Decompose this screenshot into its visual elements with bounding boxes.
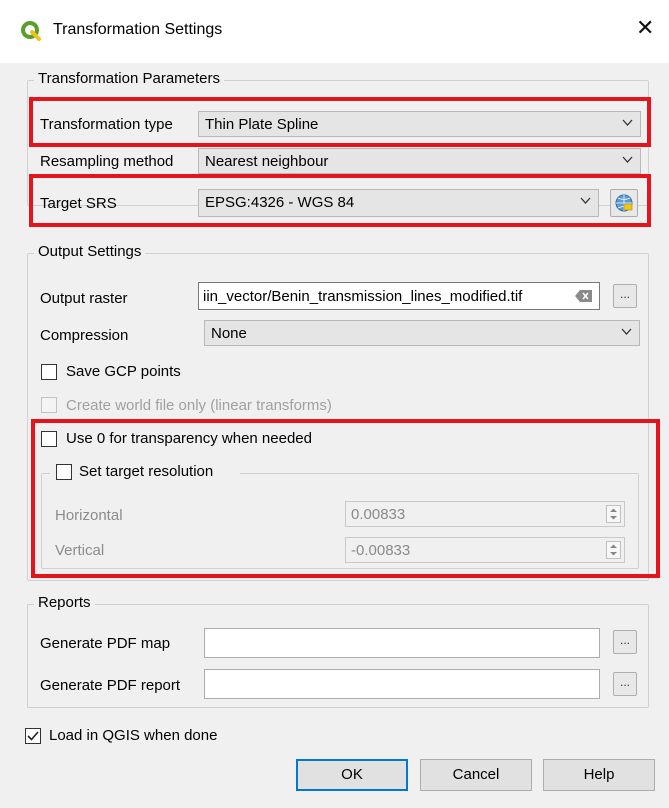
window-title: Transformation Settings: [53, 21, 223, 38]
title-bar: Transformation Settings ✕: [0, 0, 669, 63]
load-in-qgis-label: Load in QGIS when done: [49, 727, 218, 744]
highlight-transparency-resolution: [31, 419, 660, 578]
output-raster-input[interactable]: iin_vector/Benin_transmission_lines_modi…: [198, 282, 600, 310]
output-settings-legend: Output Settings: [34, 243, 146, 260]
reports-legend: Reports: [34, 594, 95, 611]
resampling-method-value: Nearest neighbour: [205, 153, 329, 170]
pdf-map-label: Generate PDF map: [40, 635, 171, 652]
resampling-method-select[interactable]: Nearest neighbour: [198, 148, 641, 174]
world-file-checkbox[interactable]: [41, 397, 57, 413]
pdf-report-label: Generate PDF report: [40, 677, 181, 694]
compression-select[interactable]: None: [204, 320, 640, 346]
save-gcp-label: Save GCP points: [66, 363, 181, 380]
qgis-logo-icon: [21, 21, 41, 41]
compression-value: None: [211, 325, 247, 342]
world-file-label: Create world file only (linear transform…: [66, 397, 332, 414]
help-button[interactable]: Help: [543, 759, 655, 791]
chevron-down-icon: [622, 156, 633, 163]
pdf-map-browse-button[interactable]: ...: [613, 630, 637, 654]
highlight-target-srs: [29, 174, 651, 227]
checkmark-icon: [27, 731, 39, 741]
load-in-qgis-checkbox[interactable]: [25, 728, 41, 744]
close-icon[interactable]: ✕: [636, 17, 654, 39]
compression-label: Compression: [40, 327, 129, 344]
clear-icon[interactable]: [569, 283, 599, 309]
ok-button[interactable]: OK: [296, 759, 408, 791]
chevron-down-icon: [621, 328, 632, 335]
pdf-report-input[interactable]: [204, 669, 600, 699]
pdf-map-input[interactable]: [204, 628, 600, 658]
cancel-button[interactable]: Cancel: [420, 759, 532, 791]
transformation-parameters-legend: Transformation Parameters: [34, 70, 225, 87]
save-gcp-checkbox[interactable]: [41, 364, 57, 380]
output-raster-label: Output raster: [40, 290, 128, 307]
output-raster-browse-button[interactable]: ...: [613, 284, 637, 308]
output-raster-value: iin_vector/Benin_transmission_lines_modi…: [203, 288, 523, 305]
highlight-transformation-type: [29, 97, 651, 147]
resampling-method-label: Resampling method: [40, 153, 174, 170]
pdf-report-browse-button[interactable]: ...: [613, 672, 637, 696]
